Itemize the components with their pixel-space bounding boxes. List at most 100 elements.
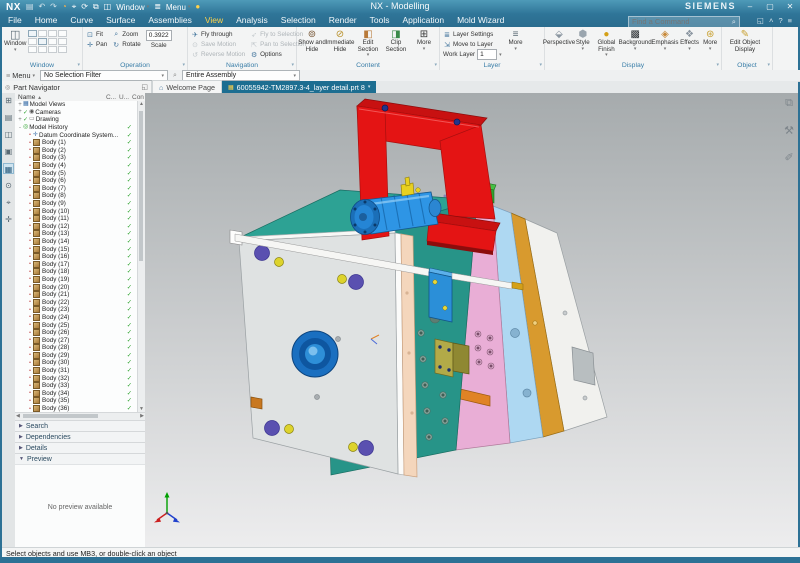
tree-row[interactable]: •Body (20)✓ — [15, 283, 138, 291]
tree-row[interactable]: •Body (14)✓ — [15, 238, 138, 246]
group-label-navigation[interactable]: Navigation▾ — [188, 61, 296, 70]
tree-row-label[interactable]: Body (19) — [42, 276, 69, 283]
tree-row[interactable]: +✓▭Drawing — [15, 116, 138, 124]
microphone-icon[interactable]: ⌖ — [72, 1, 77, 13]
menu-tab-tools[interactable]: Tools — [370, 14, 390, 27]
tree-row[interactable]: •Body (31)✓ — [15, 367, 138, 375]
layer-settings-button[interactable]: ≣Layer Settings — [443, 30, 502, 39]
clip-settings-icon[interactable]: ⚒ — [784, 124, 794, 137]
selection-filter-dropdown[interactable]: No Selection Filter▾ — [40, 70, 168, 81]
tree-row[interactable]: •Body (22)✓ — [15, 298, 138, 306]
tree-row-label[interactable]: Body (28) — [42, 344, 69, 351]
layer-more-button[interactable]: ≡ More▾ — [504, 27, 528, 59]
scroll-thumb[interactable] — [139, 111, 143, 261]
tree-row[interactable]: •Body (16)✓ — [15, 253, 138, 261]
tree-row-label[interactable]: Model History — [29, 124, 68, 131]
scale-value-input[interactable]: 0.3922 — [146, 30, 172, 41]
minimize-ribbon-icon[interactable]: ˄ — [769, 16, 773, 25]
ribbon-options-icon[interactable]: ≡ — [788, 16, 792, 25]
menu-dropdown[interactable]: Menu▾ — [166, 3, 191, 12]
tree-row-label[interactable]: Body (2) — [42, 147, 66, 154]
fit-button[interactable]: ⊡Fit — [86, 30, 107, 39]
section-details[interactable]: ▶Details — [15, 442, 145, 453]
tree-row[interactable]: •Body (9)✓ — [15, 200, 138, 208]
tree-row-label[interactable]: Body (31) — [42, 367, 69, 374]
group-label-operation[interactable]: Operation▾ — [83, 61, 187, 70]
window-layout-grid[interactable] — [28, 27, 67, 53]
help-icon[interactable]: ? — [778, 16, 782, 25]
tree-row-label[interactable]: Body (1) — [42, 139, 66, 146]
background-button[interactable]: ▩Background▾ — [619, 29, 651, 58]
tree-row[interactable]: •Body (18)✓ — [15, 268, 138, 276]
perspective-button[interactable]: ⬙Perspective — [546, 29, 572, 58]
menu-tab-selection[interactable]: Selection — [281, 14, 316, 27]
effects-button[interactable]: ❖Effects▾ — [679, 29, 701, 58]
tree-row[interactable]: •Body (13)✓ — [15, 230, 138, 238]
tree-row[interactable]: •Body (35)✓ — [15, 397, 138, 405]
tree-row[interactable]: •Body (32)✓ — [15, 374, 138, 382]
group-label-window[interactable]: Window▾ — [2, 61, 82, 70]
touch-panel-icon[interactable]: ✛ — [3, 214, 14, 225]
menu-tab-surface[interactable]: Surface — [106, 14, 135, 27]
undock-panel-icon[interactable]: ◱ — [141, 83, 148, 91]
tree-row-label[interactable]: Body (15) — [42, 246, 69, 253]
find-command-box[interactable]: ⌕ — [628, 16, 740, 28]
tree-row[interactable]: •Body (1)✓ — [15, 139, 138, 147]
tree-row-label[interactable]: Body (3) — [42, 154, 66, 161]
window-layout-icon[interactable]: ◫ — [104, 1, 112, 13]
window-dropdown[interactable]: Window▾ — [116, 3, 149, 12]
history-palette-icon[interactable]: ⌖ — [3, 197, 14, 208]
move-to-layer-button[interactable]: ⇲Move to Layer — [443, 40, 502, 49]
tree-row[interactable]: •Body (26)✓ — [15, 329, 138, 337]
tree-row[interactable]: -◎Model History✓ — [15, 124, 138, 132]
tree-row[interactable]: •Body (34)✓ — [15, 390, 138, 398]
refresh-display-icon[interactable]: ⟳ — [81, 1, 88, 13]
menu-button[interactable]: ≡ Menu ▾ — [6, 71, 35, 80]
tree-row[interactable]: •Body (36)✓ — [15, 405, 138, 412]
graphics-window[interactable]: ⧉ ⚒ ✐ — [145, 93, 798, 547]
tree-row-label[interactable]: Body (21) — [42, 291, 69, 298]
show-and-hide-button[interactable]: ⊚Show and Hide — [298, 29, 326, 58]
copy-display-icon[interactable]: ⧉ — [93, 1, 99, 13]
menu-tab-view[interactable]: View — [205, 14, 223, 28]
tree-row-label[interactable]: Body (13) — [42, 230, 69, 237]
menu-tab-file[interactable]: File — [8, 14, 22, 27]
tree-row[interactable]: +✓◉Cameras — [15, 109, 138, 117]
tree-row-label[interactable]: Body (16) — [42, 253, 69, 260]
scroll-thumb[interactable] — [23, 414, 98, 418]
save-icon[interactable]: ▤ — [26, 1, 34, 13]
tree-row[interactable]: •Body (24)✓ — [15, 314, 138, 322]
tree-row-label[interactable]: Body (7) — [42, 185, 66, 192]
tree-row[interactable]: +▦Model Views — [15, 101, 138, 109]
part-navigator-icon[interactable]: ▦ — [3, 163, 14, 174]
tree-row-label[interactable]: Body (6) — [42, 177, 66, 184]
tree-row-label[interactable]: Body (35) — [42, 397, 69, 404]
minimize-button[interactable]: – — [744, 2, 756, 11]
tree-row[interactable]: •Body (15)✓ — [15, 245, 138, 253]
display-more-button[interactable]: ⊛More▾ — [700, 29, 720, 58]
fly-through-button[interactable]: ✈Fly through — [191, 30, 245, 39]
tree-row-label[interactable]: Body (5) — [42, 170, 66, 177]
immediate-hide-button[interactable]: ⊘Immediate Hide — [326, 29, 354, 58]
tree-row-label[interactable]: Body (11) — [42, 215, 69, 222]
tree-row[interactable]: •Body (5)✓ — [15, 169, 138, 177]
tree-row[interactable]: •Body (27)✓ — [15, 336, 138, 344]
tree-row[interactable]: •Body (10)✓ — [15, 207, 138, 215]
edit-object-display-button[interactable]: ✎ Edit Object Display — [723, 29, 767, 53]
panel-menu-icon[interactable]: ◎ — [5, 84, 10, 91]
tree-row[interactable]: •Body (2)✓ — [15, 147, 138, 155]
menu-tab-assemblies[interactable]: Assemblies — [148, 14, 191, 27]
tree-row-label[interactable]: Body (27) — [42, 337, 69, 344]
tree-row-label[interactable]: Drawing — [36, 116, 59, 123]
assembly-navigator-icon[interactable]: ⊞ — [3, 95, 14, 106]
olive-latch-blocks[interactable] — [435, 339, 469, 377]
menu-tab-render[interactable]: Render — [329, 14, 357, 27]
tree-row-label[interactable]: Body (18) — [42, 268, 69, 275]
tree-row[interactable]: •Body (8)✓ — [15, 192, 138, 200]
tree-vertical-scrollbar[interactable]: ▲ ▼ — [137, 101, 145, 412]
tree-row-label[interactable]: Body (36) — [42, 405, 69, 412]
find-command-input[interactable] — [632, 17, 729, 26]
tree-row[interactable]: •Body (19)✓ — [15, 276, 138, 284]
group-label-content[interactable]: Content▾ — [297, 61, 439, 70]
tree-row-label[interactable]: Body (9) — [42, 200, 66, 207]
